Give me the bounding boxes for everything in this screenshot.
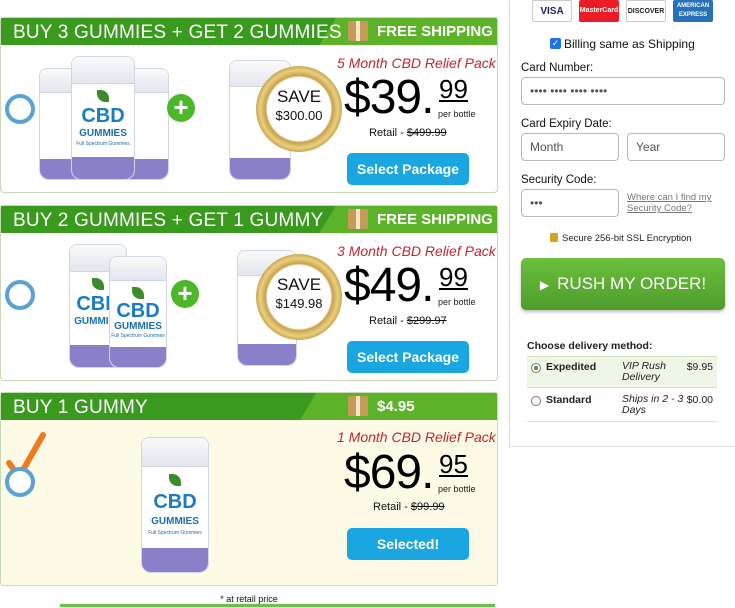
- plus-icon: +: [171, 280, 199, 308]
- package-banner-title: BUY 1 GUMMY: [13, 397, 148, 418]
- ssl-note: Secure 256-bit SSL Encryption: [550, 233, 692, 244]
- plus-icon: +: [167, 94, 195, 122]
- save-label: SAVE: [276, 87, 322, 106]
- price-cents: 99: [439, 74, 468, 104]
- amex-icon: AMERICAN EXPRESS: [673, 0, 713, 22]
- package-3-month[interactable]: BUY 2 GUMMIES + GET 1 GUMMY FREE SHIPPIN…: [0, 205, 498, 381]
- jar-brand: CBD: [81, 104, 125, 127]
- package-radio[interactable]: [5, 467, 35, 497]
- expiry-year-select[interactable]: Year: [627, 133, 725, 161]
- jar-brand: CBD: [116, 300, 160, 322]
- package-1-month[interactable]: BUY 1 GUMMY $4.95 CBD GUMMIES Full Spect…: [0, 392, 498, 586]
- retail-value: $99.99: [410, 501, 445, 513]
- security-code-help-link[interactable]: Where can I find my Security Code?: [627, 192, 727, 215]
- select-package-button[interactable]: Select Package: [347, 153, 469, 185]
- rush-order-button[interactable]: ▶ RUSH MY ORDER!: [521, 258, 725, 310]
- retail-label: Retail -: [369, 127, 407, 139]
- package-5-month[interactable]: BUY 3 GUMMIES + GET 2 GUMMIES FREE SHIPP…: [0, 17, 498, 193]
- retail-value: $299.97: [406, 315, 447, 327]
- retail-price: Retail - $99.99: [373, 501, 445, 513]
- package-banner: BUY 3 GUMMIES + GET 2 GUMMIES FREE SHIPP…: [1, 18, 497, 45]
- jar-subline: Full Spectrum Gummies: [148, 530, 202, 537]
- package-banner-title: BUY 2 GUMMIES + GET 1 GUMMY: [13, 210, 324, 231]
- play-icon: ▶: [539, 278, 550, 292]
- expiry-month-select[interactable]: Month: [521, 133, 619, 161]
- jar-subline: Full Spectrum Gummies: [111, 332, 165, 339]
- per-bottle: per bottle: [438, 297, 476, 307]
- per-bottle: per bottle: [438, 484, 476, 494]
- security-code-input[interactable]: •••: [521, 189, 619, 217]
- box-icon: [348, 209, 368, 229]
- pack-name: 5 Month CBD Relief Pack: [337, 55, 496, 71]
- save-label: SAVE: [276, 275, 322, 294]
- billing-same-label: Billing same as Shipping: [564, 37, 695, 51]
- card-number-label: Card Number:: [521, 62, 594, 74]
- price-cents: 99: [439, 262, 468, 292]
- per-bottle: per bottle: [438, 109, 476, 119]
- pack-name: 3 Month CBD Relief Pack: [337, 243, 496, 259]
- retail-price: Retail - $499.99: [369, 127, 447, 139]
- retail-label: Retail -: [373, 501, 411, 513]
- shipping-label: FREE SHIPPING: [377, 23, 493, 40]
- retail-label: Retail -: [369, 315, 407, 327]
- jar-line: GUMMIES: [151, 515, 199, 527]
- delivery-radio[interactable]: [531, 363, 541, 373]
- delivery-price: $0.00: [686, 394, 713, 406]
- retail-value: $499.99: [406, 127, 447, 139]
- jar-line: GUMMIES: [79, 127, 127, 139]
- delivery-desc: VIP Rush Delivery: [622, 360, 666, 384]
- delivery-radio[interactable]: [531, 396, 541, 406]
- save-seal: SAVE $300.00: [256, 66, 342, 152]
- delivery-option-standard[interactable]: Standard Ships in 2 - 3 Days $0.00: [527, 390, 717, 422]
- jar-subline: Full Spectrum Gummies: [76, 141, 130, 148]
- delivery-option-expedited[interactable]: Expedited VIP Rush Delivery $9.95: [527, 356, 717, 388]
- shipping-label: $4.95: [377, 398, 415, 415]
- price-cents: 95: [439, 449, 468, 479]
- divider: [60, 604, 495, 607]
- package-radio[interactable]: [5, 280, 35, 310]
- box-icon: [348, 396, 368, 416]
- package-banner-title: BUY 3 GUMMIES + GET 2 GUMMIES: [13, 22, 342, 43]
- card-number-input[interactable]: •••• •••• •••• ••••: [521, 77, 725, 105]
- ssl-text: Secure 256-bit SSL Encryption: [562, 233, 692, 244]
- selected-button[interactable]: Selected!: [347, 528, 469, 560]
- price-dollars: $69.: [344, 446, 434, 499]
- mastercard-icon: MasterCard: [579, 0, 619, 22]
- retail-footnote: * at retail price: [220, 594, 278, 604]
- rush-label: RUSH MY ORDER!: [557, 274, 707, 293]
- package-radio[interactable]: [5, 94, 35, 124]
- visa-icon: VISA: [532, 0, 572, 22]
- pack-name: 1 Month CBD Relief Pack: [337, 429, 496, 445]
- product-jar-image: CBD GUMMIES Full Spectrum Gummies: [141, 437, 209, 573]
- product-jar-image: CBD GUMMIES Full Spectrum Gummies: [71, 56, 135, 180]
- delivery-desc: Ships in 2 - 3 Days: [622, 393, 684, 417]
- package-banner: BUY 1 GUMMY $4.95: [1, 393, 497, 420]
- save-amount: $300.00: [275, 108, 323, 123]
- product-jar-image: CBD GUMMIES Full Spectrum Gummies: [109, 256, 167, 368]
- package-banner: BUY 2 GUMMIES + GET 1 GUMMY FREE SHIPPIN…: [1, 206, 497, 233]
- jar-line: GUMMIES: [114, 320, 162, 332]
- save-seal: SAVE $149.98: [256, 254, 342, 340]
- select-package-button[interactable]: Select Package: [347, 341, 469, 373]
- price-dollars: $39.: [344, 71, 434, 124]
- delivery-price: $9.95: [686, 361, 713, 373]
- price-dollars: $49.: [344, 259, 434, 312]
- discover-icon: DISCOVER: [626, 0, 666, 22]
- save-amount: $149.98: [275, 296, 323, 311]
- delivery-name: Standard: [546, 394, 592, 406]
- delivery-name: Expedited: [546, 361, 597, 373]
- jar-brand: CBD: [153, 490, 197, 513]
- security-code-label: Security Code:: [521, 174, 597, 186]
- delivery-title: Choose delivery method:: [527, 340, 653, 352]
- box-icon: [348, 21, 368, 41]
- billing-same-checkbox[interactable]: ✓: [550, 38, 561, 49]
- checkout-form: VISA MasterCard DISCOVER AMERICAN EXPRES…: [509, 0, 735, 447]
- expiry-label: Card Expiry Date:: [521, 118, 612, 130]
- package-list: BUY 3 GUMMIES + GET 2 GUMMIES FREE SHIPP…: [0, 0, 498, 608]
- lock-icon: [550, 233, 558, 242]
- shipping-label: FREE SHIPPING: [377, 211, 493, 228]
- retail-price: Retail - $299.97: [369, 315, 447, 327]
